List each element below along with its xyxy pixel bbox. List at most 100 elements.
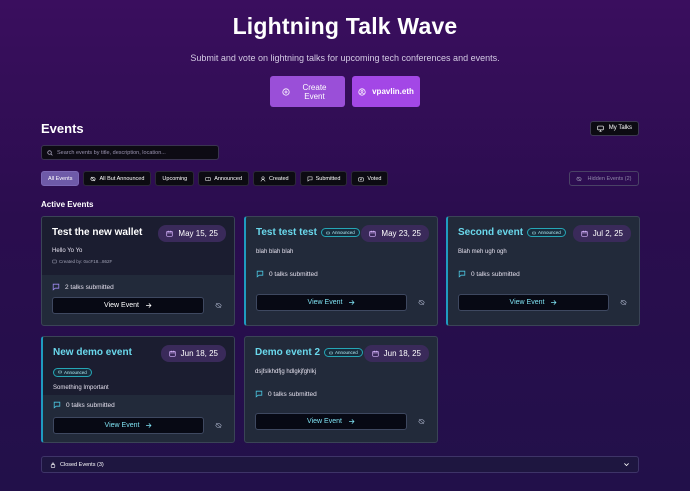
- view-event-button[interactable]: View Event: [256, 294, 407, 311]
- event-date-text: Jun 18, 25: [383, 349, 421, 358]
- view-event-label: View Event: [104, 422, 140, 429]
- event-description: Blah meh ugh ogh: [458, 249, 507, 255]
- view-event-button[interactable]: View Event: [52, 297, 204, 314]
- hidden-events-toggle[interactable]: Hidden Events (2): [569, 171, 639, 186]
- talks-count-text: 0 talks submitted: [268, 390, 317, 398]
- talks-count-text: 0 talks submitted: [66, 401, 115, 409]
- filter-voted[interactable]: Voted: [351, 171, 389, 186]
- card-actions: View Event: [43, 417, 234, 434]
- event-description: Hello Yo Yo: [52, 248, 83, 254]
- message-icon: [307, 176, 313, 182]
- filter-created[interactable]: Created: [253, 171, 296, 186]
- filter-label: Voted: [367, 175, 382, 182]
- event-date-text: Jul 2, 25: [592, 229, 623, 238]
- filter-submitted[interactable]: Submitted: [299, 171, 348, 186]
- filter-all-but-announced[interactable]: All But Announced: [83, 171, 152, 186]
- event-date: Jun 18, 25: [363, 345, 429, 362]
- event-description: dsjfslkhdfjg hdlgkjfghlkj: [255, 369, 317, 375]
- create-event-button[interactable]: Create Event: [270, 76, 345, 107]
- message-icon: [458, 270, 466, 278]
- event-date: Jul 2, 25: [572, 225, 631, 242]
- hide-event-icon[interactable]: [617, 299, 629, 306]
- wallet-button[interactable]: vpavlin.eth: [352, 76, 420, 107]
- my-talks-label: My Talks: [608, 125, 632, 131]
- view-event-button[interactable]: View Event: [458, 294, 609, 311]
- hide-event-icon[interactable]: [212, 422, 224, 429]
- filter-announced[interactable]: Announced: [198, 171, 250, 186]
- events-header: Events My Talks: [41, 120, 639, 136]
- event-card: New demo event Announced Jun 18, 25 Some…: [41, 336, 235, 443]
- user-icon: [260, 176, 266, 182]
- event-date: May 23, 25: [361, 225, 429, 242]
- my-talks-button[interactable]: My Talks: [589, 120, 639, 136]
- view-event-label: View Event: [104, 302, 139, 309]
- filter-upcoming[interactable]: Upcoming: [155, 171, 195, 186]
- card-actions: View Event: [245, 413, 437, 430]
- closed-events-toggle[interactable]: Closed Events (3): [41, 456, 639, 473]
- event-card: Demo event 2 Announced Jun 18, 25 dsjfsl…: [244, 336, 438, 443]
- ticket-icon: [532, 231, 536, 235]
- event-title-text: Demo event 2: [255, 347, 321, 358]
- badge-text: Announced: [538, 230, 561, 235]
- talks-count-text: 0 talks submitted: [269, 270, 318, 278]
- talks-count: 0 talks submitted: [246, 270, 437, 278]
- page-title: Lightning Talk Wave: [232, 13, 458, 39]
- arrow-right-icon: [348, 418, 355, 425]
- hide-event-icon[interactable]: [415, 299, 427, 306]
- chevron-down-icon: [623, 461, 630, 468]
- filter-label: Announced: [214, 175, 243, 182]
- search-input[interactable]: [57, 149, 217, 156]
- message-icon: [52, 283, 60, 291]
- view-event-label: View Event: [509, 299, 545, 306]
- monitor-icon: [597, 125, 604, 132]
- event-description: Something Important: [53, 385, 109, 391]
- arrow-right-icon: [145, 422, 152, 429]
- event-card: Test the new wallet May 15, 25 Hello Yo …: [41, 216, 235, 326]
- filter-label: All Events: [48, 175, 73, 182]
- event-title-text: Test test test: [256, 227, 317, 238]
- filter-label: Created: [269, 175, 289, 182]
- hide-event-icon[interactable]: [212, 302, 224, 309]
- eye-off-icon: [90, 176, 97, 182]
- filter-bar: All Events All But Announced Upcoming An…: [41, 171, 389, 186]
- hero: Lightning Talk Wave Submit and vote on l…: [0, 0, 690, 107]
- view-event-button[interactable]: View Event: [53, 417, 204, 434]
- filter-all-events[interactable]: All Events: [41, 171, 80, 186]
- badge-text: Announced: [64, 369, 87, 375]
- search-icon: [47, 149, 53, 156]
- talks-count: 0 talks submitted: [43, 401, 234, 409]
- event-date: May 15, 25: [158, 225, 226, 242]
- event-date-text: May 15, 25: [178, 229, 218, 238]
- events-heading: Events: [41, 120, 84, 136]
- calendar-icon: [581, 230, 588, 237]
- lock-icon: [50, 462, 56, 468]
- filter-label: Submitted: [315, 175, 341, 182]
- message-icon: [256, 270, 264, 278]
- calendar-icon: [168, 350, 176, 357]
- active-events-heading: Active Events: [41, 200, 94, 209]
- talks-count: 0 talks submitted: [245, 390, 437, 398]
- announced-badge: Announced: [527, 228, 566, 237]
- filter-label: All But Announced: [99, 175, 145, 182]
- arrow-right-icon: [145, 302, 152, 309]
- hide-event-icon[interactable]: [415, 418, 427, 425]
- talks-count: 0 talks submitted: [448, 270, 639, 278]
- arrow-right-icon: [550, 299, 557, 306]
- event-description: blah blah blah: [256, 249, 294, 255]
- event-card: Second event Announced Jul 2, 25 Blah me…: [446, 216, 640, 326]
- id-icon: [52, 259, 57, 264]
- card-actions: View Event: [448, 294, 639, 311]
- calendar-icon: [166, 230, 174, 237]
- card-actions: View Event: [42, 297, 234, 314]
- announced-badge: Announced: [320, 228, 360, 237]
- user-circle-icon: [358, 87, 366, 96]
- event-card: Test test test Announced May 23, 25 blah…: [244, 216, 438, 326]
- event-title-text: Second event: [458, 227, 524, 238]
- page-subtitle: Submit and vote on lightning talks for u…: [190, 53, 500, 63]
- event-date: Jun 18, 25: [160, 345, 226, 362]
- ticket-icon: [329, 351, 333, 355]
- badge-text: Announced: [335, 350, 358, 355]
- view-event-button[interactable]: View Event: [255, 413, 407, 430]
- card-actions: View Event: [246, 294, 437, 311]
- message-icon: [255, 390, 263, 398]
